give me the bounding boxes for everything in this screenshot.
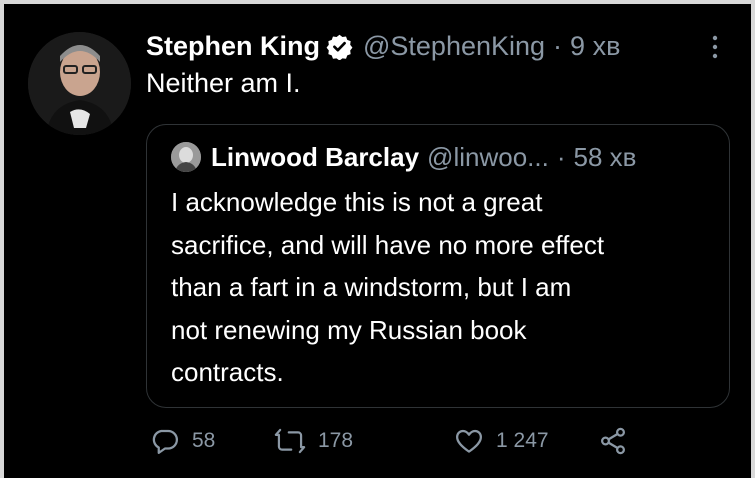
share-button[interactable] — [598, 424, 640, 458]
more-options-icon[interactable] — [703, 32, 727, 62]
quoted-author-avatar-image — [171, 142, 201, 172]
verified-badge-icon — [326, 34, 353, 60]
retweet-button[interactable]: 178 — [274, 424, 353, 458]
retweet-icon — [274, 428, 306, 454]
quoted-tweet[interactable]: Linwood Barclay @linwoo... · 58 хв I ack… — [146, 124, 730, 408]
tweet-actions-bar: 58 178 1 247 — [150, 424, 670, 458]
quoted-text-line: than a fart in a windstorm, but I am — [171, 272, 572, 302]
header-separator: · — [553, 30, 563, 61]
retweet-count: 178 — [318, 429, 354, 452]
author-name[interactable]: Stephen King — [146, 31, 320, 62]
quoted-text-line: I acknowledge this is not a great — [171, 187, 543, 217]
tweet-time[interactable]: 9 хв — [570, 31, 620, 62]
like-button[interactable]: 1 247 — [454, 424, 549, 458]
like-count: 1 247 — [496, 429, 549, 452]
quoted-tweet-header: Linwood Barclay @linwoo... · 58 хв — [171, 139, 713, 175]
quoted-author-handle[interactable]: @linwoo... — [427, 142, 549, 173]
like-icon — [456, 429, 482, 453]
quoted-header-separator: · — [556, 141, 566, 172]
author-handle[interactable]: @StephenKing — [363, 31, 545, 62]
quoted-text-line: contracts. — [171, 357, 284, 387]
tweet-header: Stephen King @StephenKing · 9 хв — [146, 26, 731, 66]
tweet-card: Stephen King @StephenKing · 9 хв Neither… — [4, 4, 751, 478]
reply-icon — [152, 429, 178, 454]
quoted-author-name[interactable]: Linwood Barclay — [211, 142, 419, 173]
quoted-tweet-text: I acknowledge this is not a great sacrif… — [171, 181, 711, 394]
author-avatar[interactable] — [28, 32, 131, 135]
reply-count: 58 — [192, 429, 216, 452]
quoted-text-line: sacrifice, and will have no more effect — [171, 229, 605, 260]
share-icon — [600, 427, 626, 455]
reply-button[interactable]: 58 — [150, 424, 215, 458]
tweet-text: Neither am I. — [146, 68, 301, 98]
quoted-author-avatar — [171, 142, 201, 172]
quoted-text-line: not renewing my Russian book — [171, 314, 527, 345]
author-avatar-image — [28, 32, 131, 135]
quoted-tweet-time[interactable]: 58 хв — [574, 142, 637, 173]
